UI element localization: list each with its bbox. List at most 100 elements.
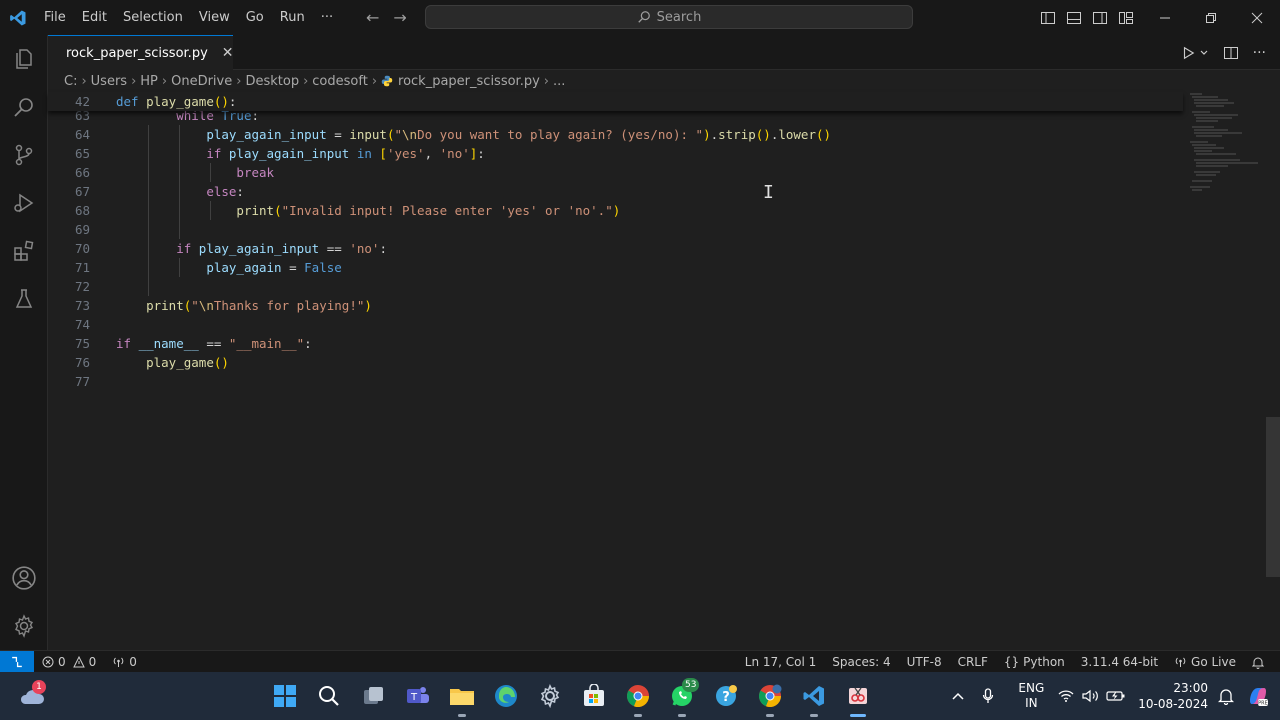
vscode-taskbar-icon[interactable]: [798, 680, 830, 717]
indentation[interactable]: Spaces: 4: [824, 655, 898, 669]
menu-more[interactable]: ···: [313, 0, 341, 35]
ports-indicator[interactable]: 0: [104, 655, 145, 669]
menu-view[interactable]: View: [191, 0, 238, 35]
code-line[interactable]: 70 if play_again_input == 'no':: [48, 239, 1183, 258]
wifi-icon[interactable]: [1058, 689, 1074, 703]
tab-rock-paper-scissor[interactable]: rock_paper_scissor.py ✕: [48, 35, 234, 70]
battery-charging-icon[interactable]: [1106, 689, 1126, 703]
code-text: if play_again_input in ['yes', 'no']:: [206, 146, 485, 161]
cursor-position[interactable]: Ln 17, Col 1: [737, 655, 825, 669]
weather-badge: 1: [32, 680, 46, 694]
chrome-profile-icon[interactable]: [754, 680, 786, 717]
snipping-tool-icon[interactable]: [842, 680, 874, 717]
breadcrumb-item[interactable]: OneDrive: [171, 74, 232, 89]
breadcrumb-item[interactable]: Users: [91, 74, 127, 89]
help-icon[interactable]: ?: [710, 680, 742, 712]
run-debug-icon[interactable]: [0, 179, 48, 227]
forward-arrow-icon[interactable]: →: [393, 8, 406, 27]
code-line[interactable]: 67 else:: [48, 182, 1183, 201]
manage-gear-icon[interactable]: [0, 602, 48, 650]
breadcrumb-item[interactable]: rock_paper_scissor.py: [398, 74, 540, 89]
volume-icon[interactable]: [1082, 689, 1100, 703]
python-interpreter[interactable]: 3.11.4 64-bit: [1073, 655, 1166, 669]
language-mode[interactable]: {} Python: [996, 655, 1073, 669]
tab-close-icon[interactable]: ✕: [222, 45, 234, 61]
more-actions-icon[interactable]: ···: [1253, 45, 1266, 61]
microsoft-store-icon[interactable]: [578, 680, 610, 712]
microphone-icon[interactable]: [982, 688, 994, 704]
settings-gear-icon[interactable]: [534, 680, 566, 712]
sticky-scroll-line[interactable]: 42 def play_game():: [48, 92, 1183, 111]
testing-icon[interactable]: [0, 275, 48, 323]
command-center-search[interactable]: Search: [425, 5, 913, 29]
edge-browser-icon[interactable]: [490, 680, 522, 712]
problems-indicator[interactable]: 0 0: [34, 655, 104, 669]
minimap[interactable]: [1188, 92, 1268, 212]
code-line[interactable]: 71 play_again = False: [48, 258, 1183, 277]
code-line[interactable]: 72: [48, 277, 1183, 296]
accounts-icon[interactable]: [0, 554, 48, 602]
explorer-icon[interactable]: [0, 35, 48, 83]
start-button-windows-icon[interactable]: [269, 680, 301, 712]
toggle-panel-icon[interactable]: [1066, 10, 1082, 26]
chrome-browser-icon[interactable]: [622, 680, 654, 717]
teams-icon[interactable]: T: [402, 680, 434, 712]
copilot-icon[interactable]: PRE: [1246, 684, 1270, 708]
back-arrow-icon[interactable]: ←: [366, 8, 379, 27]
taskbar-search-icon[interactable]: [313, 680, 345, 712]
running-indicator: [634, 714, 642, 717]
extensions-icon[interactable]: [0, 227, 48, 275]
breadcrumb-item[interactable]: ...: [553, 74, 565, 89]
menu-edit[interactable]: Edit: [74, 0, 115, 35]
scrollbar-thumb[interactable]: [1266, 417, 1280, 577]
input-language[interactable]: ENG IN: [1018, 681, 1044, 711]
code-line[interactable]: 74: [48, 315, 1183, 334]
clock[interactable]: 23:00 10-08-2024: [1138, 680, 1208, 712]
code-line[interactable]: 64 play_again_input = input("\nDo you wa…: [48, 125, 1183, 144]
chevron-down-icon[interactable]: [1199, 48, 1209, 58]
split-editor-icon[interactable]: [1223, 45, 1239, 61]
windows-taskbar: 1 T 53 ? ENG IN 23:00 10-08-2024 PRE: [0, 672, 1280, 720]
breadcrumb-item[interactable]: HP: [140, 74, 158, 89]
breadcrumb-item[interactable]: Desktop: [245, 74, 299, 89]
code-line[interactable]: 66 break: [48, 163, 1183, 182]
menu-run[interactable]: Run: [272, 0, 313, 35]
run-python-file-icon[interactable]: [1181, 46, 1195, 60]
code-text: play_again_input = input("\nDo you want …: [206, 127, 832, 142]
code-line[interactable]: 69: [48, 220, 1183, 239]
customize-layout-icon[interactable]: [1118, 10, 1134, 26]
breadcrumb-item[interactable]: C:: [64, 74, 77, 89]
code-line[interactable]: 73 print("\nThanks for playing!"): [48, 296, 1183, 315]
task-view-icon[interactable]: [358, 680, 390, 712]
close-window-button[interactable]: [1234, 0, 1280, 35]
menu-file[interactable]: File: [36, 0, 74, 35]
notifications-bell-icon[interactable]: [1244, 656, 1272, 669]
code-editor[interactable]: I 42 def play_game(): 63 while True: 64 pla…: [48, 92, 1280, 650]
notification-bell-icon[interactable]: [1218, 688, 1234, 705]
code-text: print("\nThanks for playing!"): [146, 298, 372, 313]
menu-go[interactable]: Go: [238, 0, 272, 35]
source-control-icon[interactable]: [0, 131, 48, 179]
chevron-up-icon[interactable]: [952, 692, 964, 700]
breadcrumb-item[interactable]: codesoft: [312, 74, 368, 89]
whatsapp-icon[interactable]: 53: [666, 678, 700, 717]
search-view-icon[interactable]: [0, 83, 48, 131]
code-line[interactable]: 76 play_game(): [48, 353, 1183, 372]
go-live-button[interactable]: Go Live: [1166, 655, 1244, 669]
code-line[interactable]: 68 print("Invalid input! Please enter 'y…: [48, 201, 1183, 220]
menu-selection[interactable]: Selection: [115, 0, 191, 35]
toggle-primary-sidebar-icon[interactable]: [1040, 10, 1056, 26]
end-of-line[interactable]: CRLF: [950, 655, 996, 669]
vertical-scrollbar[interactable]: [1266, 92, 1280, 650]
code-line[interactable]: 77: [48, 372, 1183, 391]
weather-widget-icon[interactable]: 1: [16, 680, 48, 712]
breadcrumb: C: › Users › HP › OneDrive › Desktop › c…: [48, 70, 1280, 92]
restore-button[interactable]: [1188, 0, 1234, 35]
remote-window-icon[interactable]: [0, 650, 34, 673]
code-line[interactable]: 65 if play_again_input in ['yes', 'no']:: [48, 144, 1183, 163]
file-explorer-icon[interactable]: [446, 680, 478, 717]
code-line[interactable]: 75 if __name__ == "__main__":: [48, 334, 1183, 353]
encoding[interactable]: UTF-8: [899, 655, 950, 669]
toggle-secondary-sidebar-icon[interactable]: [1092, 10, 1108, 26]
minimize-button[interactable]: [1142, 0, 1188, 35]
